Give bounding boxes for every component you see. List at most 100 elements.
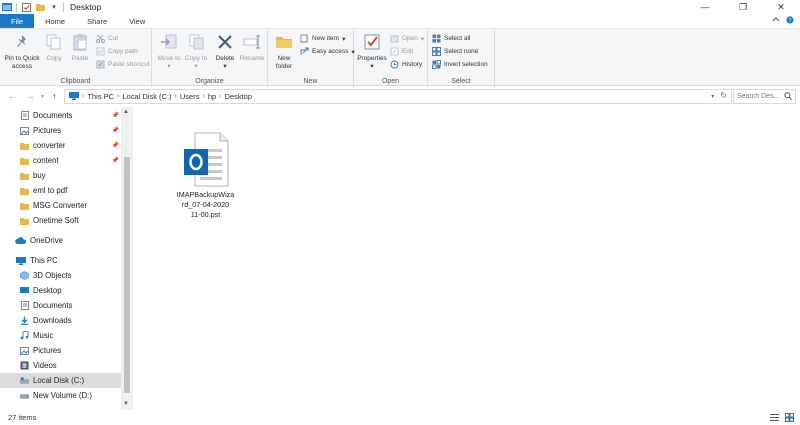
nav-item-new-volume-d[interactable]: New Volume (D:) [0,388,121,403]
refresh-icon[interactable]: ↻ [720,91,727,100]
nav-item-converter[interactable]: converter 📌 [0,138,121,153]
nav-item-this-pc[interactable]: This PC [0,253,121,268]
paste-shortcut-button[interactable]: Paste shortcut [96,59,150,70]
quick-access-toolbar: ▾ [0,0,64,14]
nav-item-content[interactable]: content 📌 [0,153,121,168]
delete-x-icon [215,32,235,52]
nav-item-local-disk-c[interactable]: Local Disk (C:) [0,373,121,388]
help-icon[interactable]: ? [786,16,794,26]
recent-locations-icon[interactable]: ▾ [41,93,44,100]
move-to-icon [159,32,179,52]
select-none-icon [432,47,441,56]
back-arrow-icon[interactable]: ← [8,91,17,101]
select-all-icon [432,34,441,43]
large-icons-view-icon[interactable] [785,413,794,424]
nav-item-documents[interactable]: Documents [0,298,121,313]
group-label: Organize [195,78,224,85]
tab-view[interactable]: View [118,14,156,28]
3d-objects-icon [20,271,29,280]
address-bar[interactable]: › This PC › Local Disk (C:) › Users › hp… [64,89,732,104]
forward-arrow-icon[interactable]: → [26,91,35,101]
breadcrumb-desktop[interactable]: Desktop [225,92,253,101]
music-note-icon [20,331,29,340]
documents-icon [20,301,29,310]
nav-item-onetime-soft[interactable]: Onetime Soft [0,213,121,228]
address-dropdown-icon[interactable]: ▾ [711,93,714,100]
documents-icon [20,111,29,120]
copy-path-button[interactable]: Copy path [96,46,138,57]
new-item-button[interactable]: New item ▾ [300,33,345,44]
nav-item-pictures[interactable]: Pictures [0,343,121,358]
nav-item-buy[interactable]: buy [0,168,121,183]
edit-button[interactable]: Edit [390,46,413,57]
invert-selection-button[interactable]: Invert selection [432,59,488,70]
breadcrumb-local-disk[interactable]: Local Disk (C:) [122,92,171,101]
copy-to-button[interactable]: Copy to ▾ [184,32,208,70]
invert-selection-icon [432,60,441,69]
nav-item-downloads[interactable]: Downloads [0,313,121,328]
address-row: ← → ▾ ↑ › This PC › Local Disk (C:) › Us… [0,87,800,107]
file-list-area[interactable]: IMAPBackupWiza rd_07-04-2020 11-00.pst [133,107,800,410]
search-box[interactable]: Search Des... [733,89,796,104]
breadcrumb-users[interactable]: Users [180,92,200,101]
film-icon [20,361,29,370]
minimize-ribbon-icon[interactable] [772,16,780,26]
customize-toolbar-icon[interactable]: ▾ [49,3,59,12]
scroll-down-icon[interactable]: ▼ [123,401,129,407]
breadcrumb-hp[interactable]: hp [208,92,216,101]
open-button[interactable]: Open ▾ [390,33,424,44]
outlook-data-file-icon [183,132,228,187]
nav-item-desktop[interactable]: Desktop [0,283,121,298]
easy-access-button[interactable]: Easy access ▾ [300,46,355,57]
scrollbar-thumb[interactable] [124,157,130,393]
new-folder-icon[interactable] [35,3,45,12]
cloud-icon [15,236,26,245]
delete-button[interactable]: Delete ▾ [213,32,237,70]
this-pc-icon [15,256,26,265]
ribbon-tabs: File Home Share View ? [0,14,800,28]
pinned-icon: 📌 [111,143,119,149]
svg-text:?: ? [788,17,791,24]
paste-button[interactable]: Paste [68,32,92,63]
select-none-button[interactable]: Select none [432,46,478,57]
nav-item-3d-objects[interactable]: 3D Objects [0,268,121,283]
scroll-up-icon[interactable]: ▲ [123,109,129,115]
nav-item-msg-converter[interactable]: MSG Converter [0,198,121,213]
nav-item-eml-to-pdf[interactable]: eml to pdf [0,183,121,198]
folder-icon [20,216,29,225]
select-all-button[interactable]: Select all [432,33,470,44]
pin-to-quick-access-button[interactable]: Pin to Quick access [3,32,41,70]
file-name: IMAPBackupWiza rd_07-04-2020 11-00.pst [176,190,235,219]
nav-item-onedrive[interactable]: OneDrive [0,233,121,248]
breadcrumb-this-pc[interactable]: This PC [87,92,114,101]
nav-scrollbar[interactable]: ▲ ▼ [121,107,133,410]
maximize-button[interactable]: ❐ [724,0,762,14]
history-button[interactable]: History [390,59,422,70]
nav-item-pictures-quick[interactable]: Pictures 📌 [0,123,121,138]
minimize-button[interactable]: — [686,0,724,14]
tab-file[interactable]: File [0,14,35,28]
ribbon-home: Pin to Quick access Copy Paste Cut Copy … [0,28,800,87]
nav-item-videos[interactable]: Videos [0,358,121,373]
navigation-pane: Documents 📌 Pictures 📌 converter 📌 conte… [0,107,133,410]
properties-check-icon[interactable] [21,2,31,12]
title-bar: ▾ Desktop — ❐ ✕ [0,0,800,14]
cut-button[interactable]: Cut [96,33,118,44]
download-arrow-icon [20,316,29,325]
copy-button[interactable]: Copy [43,32,65,63]
rename-button[interactable]: Rename [239,32,265,63]
file-item[interactable]: IMAPBackupWiza rd_07-04-2020 11-00.pst [168,132,243,220]
group-organize: Move to ▾ Copy to ▾ Delete ▾ Rename Orga… [152,29,268,87]
nav-item-documents-quick[interactable]: Documents 📌 [0,108,121,123]
properties-button[interactable]: Properties ▾ [356,32,388,70]
new-folder-button[interactable]: New folder [271,32,297,70]
tab-home[interactable]: Home [34,14,76,28]
nav-item-music[interactable]: Music [0,328,121,343]
details-view-icon[interactable] [770,413,779,424]
close-button[interactable]: ✕ [762,0,800,14]
paste-shortcut-icon [96,60,105,69]
tab-share[interactable]: Share [76,14,118,28]
move-to-button[interactable]: Move to ▾ [157,32,181,70]
up-arrow-icon[interactable]: ↑ [52,91,57,101]
group-new: New folder New item ▾ Easy access ▾ New [268,29,355,87]
